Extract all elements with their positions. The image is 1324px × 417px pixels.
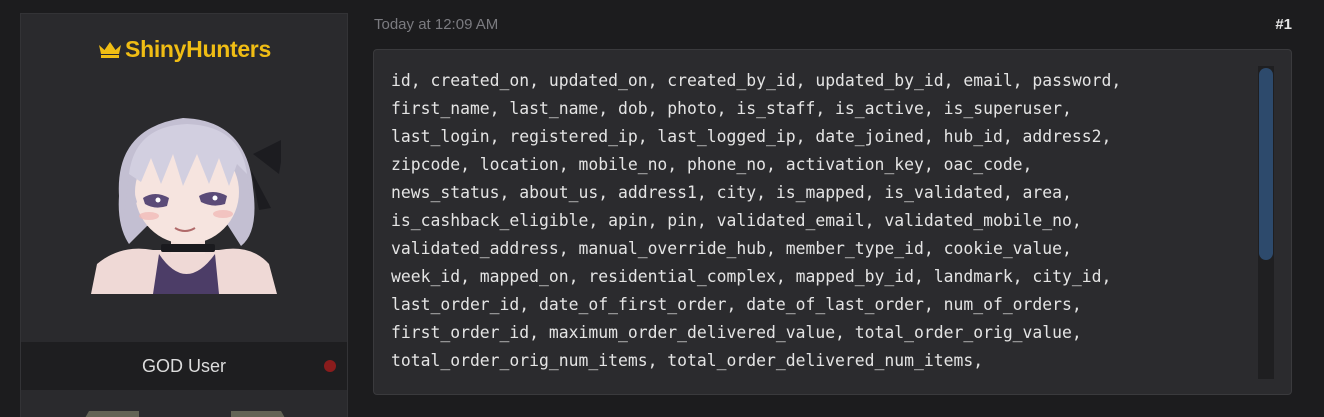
code-scrollbar[interactable]: [1258, 66, 1274, 379]
user-title-bar: GOD User: [21, 342, 347, 390]
scroll-thumb[interactable]: [1259, 68, 1273, 260]
post-timestamp[interactable]: Today at 12:09 AM: [374, 16, 498, 33]
post-number-link[interactable]: #1: [1275, 16, 1292, 33]
username-link[interactable]: ShinyHunters: [21, 36, 347, 63]
offline-status-indicator: [324, 360, 336, 372]
rank-badge-icon: [231, 411, 285, 417]
code-content[interactable]: id, created_on, updated_on, created_by_i…: [391, 67, 1251, 375]
user-info-panel: ShinyHunters GOD User: [20, 13, 348, 417]
crown-icon: [99, 42, 122, 58]
rank-badge-icon: [85, 411, 139, 417]
code-block[interactable]: id, created_on, updated_on, created_by_i…: [373, 49, 1292, 395]
forum-post: ShinyHunters GOD User Today at 12:09 AM …: [0, 0, 1324, 417]
avatar[interactable]: [91, 104, 281, 294]
user-title: GOD User: [141, 356, 226, 376]
username-text: ShinyHunters: [125, 36, 271, 62]
